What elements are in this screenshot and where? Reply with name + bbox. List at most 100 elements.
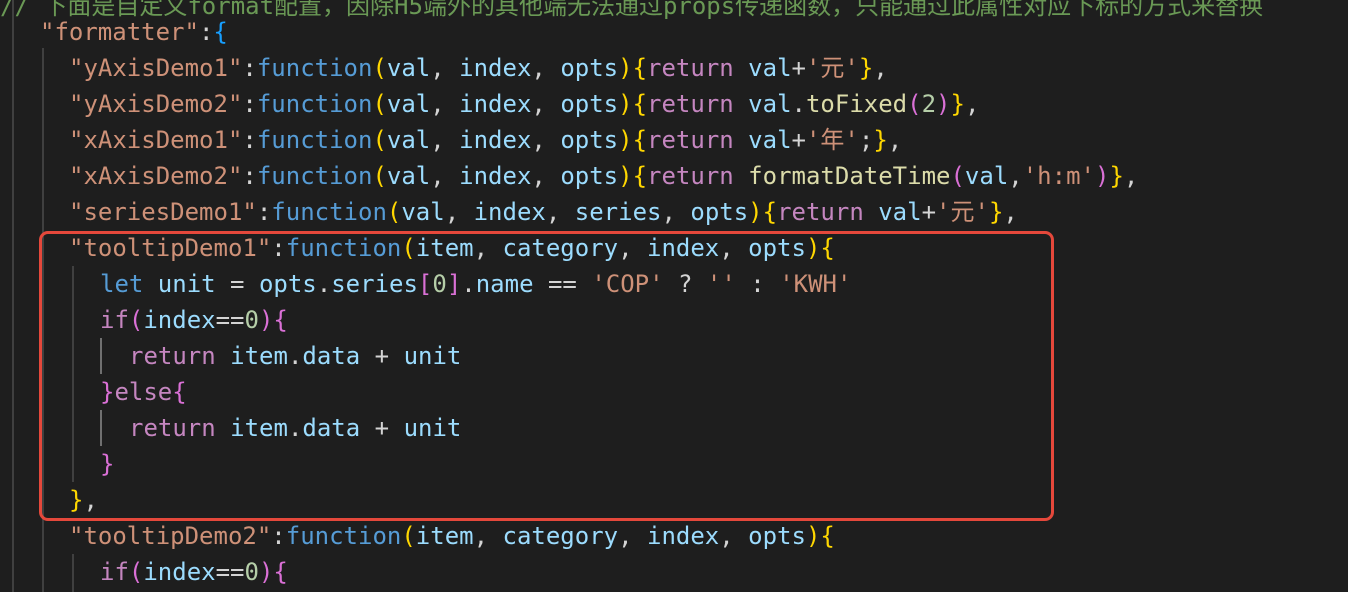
code-token: formatDateTime xyxy=(748,162,951,190)
code-token: val xyxy=(386,126,431,154)
code-token: ) xyxy=(805,522,821,550)
code-token: ; xyxy=(858,126,874,154)
code-token: } xyxy=(1109,162,1124,190)
code-token: . xyxy=(791,90,806,118)
code-token: ) xyxy=(618,126,633,154)
code-token: "yAxisDemo2" xyxy=(69,90,243,118)
code-token: index xyxy=(143,558,216,586)
code-line[interactable]: "xAxisDemo1":function(val, index, opts){… xyxy=(0,122,902,158)
code-line[interactable]: if(index==0){ xyxy=(0,554,288,590)
code-token: 2 xyxy=(921,90,937,118)
code-token: , xyxy=(473,522,503,550)
code-token: return xyxy=(777,198,879,226)
code-token: { xyxy=(632,54,648,82)
code-token: ( xyxy=(372,126,387,154)
code-token: ( xyxy=(401,522,416,550)
code-token: "tooltipDemo2" xyxy=(69,522,272,550)
code-token: { xyxy=(632,90,648,118)
code-token: opts xyxy=(748,522,806,550)
code-token: + xyxy=(791,126,806,154)
code-token: { xyxy=(213,18,228,46)
code-token: function xyxy=(256,126,373,154)
code-token: + xyxy=(921,198,937,226)
code-token: ) xyxy=(618,54,633,82)
code-token: ) xyxy=(618,162,633,190)
code-token: index xyxy=(473,198,546,226)
code-line[interactable]: "xAxisDemo2":function(val, index, opts){… xyxy=(0,158,1138,194)
code-token: { xyxy=(820,522,835,550)
code-token: : xyxy=(242,90,257,118)
code-token: opts xyxy=(560,54,619,82)
code-token: val xyxy=(748,90,792,118)
code-token: '元' xyxy=(936,198,989,226)
code-token: : xyxy=(242,162,257,190)
code-token: "yAxisDemo1" xyxy=(69,54,243,82)
code-token: function xyxy=(256,54,373,82)
code-token: , xyxy=(531,54,561,82)
code-line[interactable]: "seriesDemo1":function(val, index, serie… xyxy=(0,194,1018,230)
code-token: '元' xyxy=(805,54,859,82)
code-token: , xyxy=(531,162,561,190)
code-token: return xyxy=(647,126,749,154)
code-line[interactable]: "yAxisDemo2":function(val, index, opts){… xyxy=(0,86,979,122)
code-editor[interactable]: // 下面是自定义format配置，因除H5端外的其他端无法通过props传递函… xyxy=(0,0,1348,592)
code-token: 0 xyxy=(244,558,259,586)
code-token: } xyxy=(858,54,874,82)
code-token: ( xyxy=(907,90,922,118)
code-token: "seriesDemo1" xyxy=(69,198,257,226)
code-token: opts xyxy=(560,126,619,154)
code-line[interactable]: "tooltipDemo2":function(item, category, … xyxy=(0,518,835,554)
code-token: , xyxy=(618,522,647,550)
code-token: : xyxy=(242,126,257,154)
code-token: { xyxy=(273,558,288,586)
code-token: "formatter" xyxy=(40,18,199,46)
code-token: , xyxy=(430,126,460,154)
code-token: index xyxy=(459,90,532,118)
code-token: index xyxy=(459,54,532,82)
code-token: ) xyxy=(936,90,951,118)
code-token: index xyxy=(459,162,532,190)
code-token: function xyxy=(256,90,373,118)
code-token: } xyxy=(950,90,965,118)
code-token: val xyxy=(748,54,792,82)
code-token: opts xyxy=(690,198,749,226)
code-token: , xyxy=(719,522,749,550)
code-token: , xyxy=(661,198,691,226)
code-token: index xyxy=(459,126,532,154)
code-line[interactable]: "formatter":{ xyxy=(0,14,228,50)
code-token: toFixed xyxy=(805,90,908,118)
code-token: val xyxy=(878,198,922,226)
code-token: : xyxy=(271,522,286,550)
code-token: val xyxy=(386,162,431,190)
code-token: function xyxy=(285,522,402,550)
code-token: ) xyxy=(748,198,763,226)
code-token: return xyxy=(647,54,749,82)
code-token: return xyxy=(647,90,749,118)
code-token: ) xyxy=(618,90,633,118)
code-token: ( xyxy=(372,90,387,118)
code-token: ( xyxy=(386,198,402,226)
code-token: 'h:m' xyxy=(1022,162,1095,190)
code-token: item xyxy=(415,522,474,550)
code-token: index xyxy=(647,522,720,550)
code-token: ( xyxy=(372,162,387,190)
code-token: , xyxy=(873,54,888,82)
code-line[interactable]: "yAxisDemo1":function(val, index, opts){… xyxy=(0,50,888,86)
code-token: opts xyxy=(560,90,619,118)
code-token: == xyxy=(215,558,245,586)
code-token: , xyxy=(1123,162,1139,190)
code-token: , xyxy=(545,198,575,226)
code-token: , xyxy=(444,198,474,226)
code-token: , xyxy=(887,126,903,154)
code-token: : xyxy=(198,18,214,46)
code-token: '年' xyxy=(805,126,859,154)
code-token: "xAxisDemo2" xyxy=(69,162,243,190)
code-token: , xyxy=(1003,198,1018,226)
code-token: "xAxisDemo1" xyxy=(69,126,243,154)
code-token: } xyxy=(988,198,1004,226)
code-token: ) xyxy=(1094,162,1110,190)
code-token: , xyxy=(964,90,980,118)
code-token: val xyxy=(401,198,445,226)
code-token: + xyxy=(791,54,806,82)
code-token: function xyxy=(271,198,387,226)
